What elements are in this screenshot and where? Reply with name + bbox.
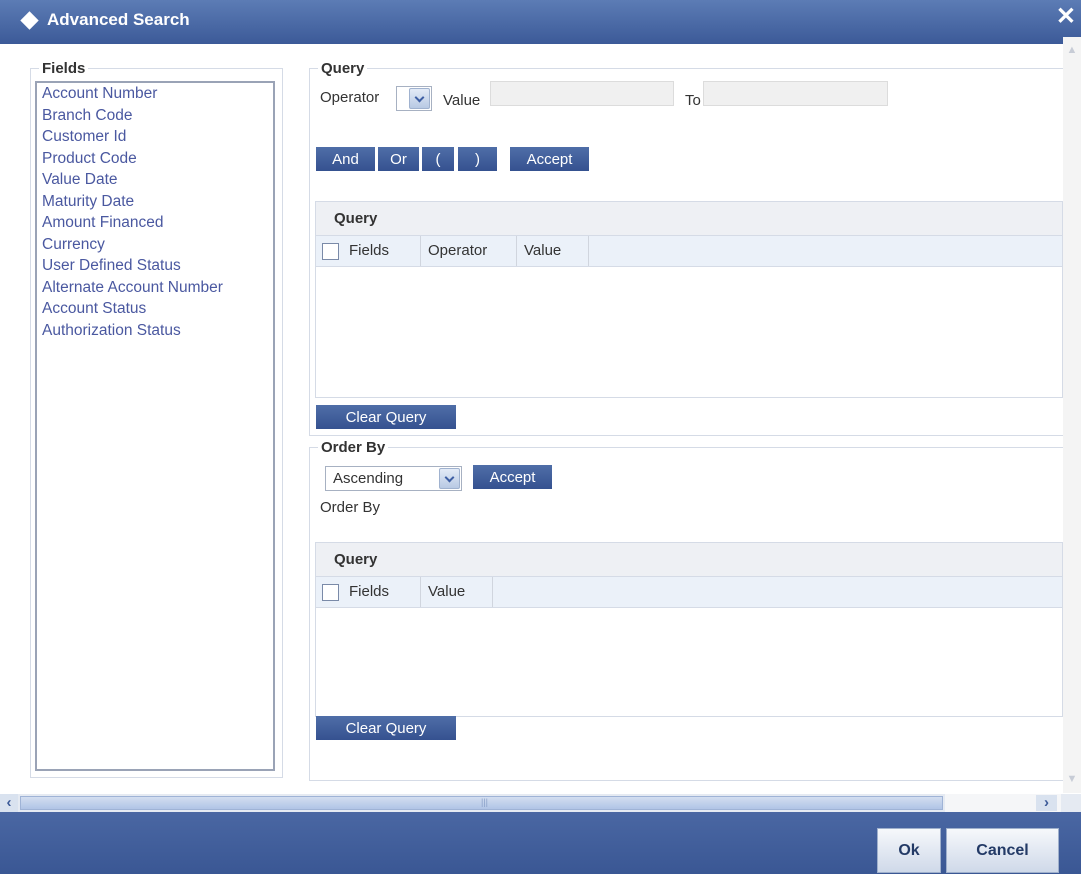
- sort-order-value: Ascending: [333, 470, 404, 487]
- column-fields[interactable]: Fields: [342, 236, 421, 266]
- field-item[interactable]: Account Status: [42, 298, 273, 320]
- field-item[interactable]: User Defined Status: [42, 255, 273, 277]
- vertical-scrollbar[interactable]: ▲ ▼: [1063, 37, 1081, 793]
- close-paren-button[interactable]: ): [458, 147, 497, 171]
- to-input[interactable]: [703, 81, 888, 106]
- field-item[interactable]: Product Code: [42, 148, 273, 170]
- footer-bar: Ok Cancel: [0, 812, 1081, 874]
- query-grid-caption: Query: [316, 202, 1062, 235]
- query-grid: Query Fields Operator Value: [315, 201, 1063, 398]
- to-label: To: [685, 92, 701, 109]
- and-button[interactable]: And: [316, 147, 375, 171]
- field-item[interactable]: Account Number: [42, 83, 273, 105]
- scroll-left-icon[interactable]: ‹: [0, 794, 18, 812]
- scroll-right-icon[interactable]: ›: [1036, 795, 1057, 811]
- open-paren-button[interactable]: (: [422, 147, 454, 171]
- chevron-down-icon[interactable]: [409, 88, 430, 109]
- operator-label: Operator: [320, 89, 380, 106]
- scroll-thumb[interactable]: |||: [20, 796, 943, 810]
- grip-icon: |||: [481, 797, 489, 807]
- dialog-body: Fields Account Number Branch Code Customer…: [0, 44, 1081, 794]
- accept-query-button[interactable]: Accept: [510, 147, 589, 171]
- fields-list[interactable]: Account Number Branch Code Customer Id Prod…: [35, 81, 275, 771]
- field-item[interactable]: Amount Financed: [42, 212, 273, 234]
- value-input[interactable]: [490, 81, 674, 106]
- column-operator[interactable]: Operator: [421, 236, 517, 266]
- column-fields[interactable]: Fields: [342, 577, 421, 607]
- or-button[interactable]: Or: [378, 147, 419, 171]
- order-by-legend: Order By: [321, 439, 386, 456]
- sort-order-select[interactable]: Ascending: [325, 466, 462, 491]
- order-by-label: Order By: [320, 499, 381, 516]
- order-grid-header: Fields Value: [316, 576, 1062, 608]
- order-grid-caption: Query: [316, 543, 1062, 576]
- dialog-title: Advanced Search: [47, 10, 190, 29]
- field-item[interactable]: Authorization Status: [42, 320, 273, 342]
- chevron-down-icon[interactable]: [439, 468, 460, 489]
- field-item[interactable]: Branch Code: [42, 105, 273, 127]
- field-item[interactable]: Alternate Account Number: [42, 277, 273, 299]
- scroll-up-icon[interactable]: ▲: [1063, 41, 1081, 59]
- query-grid-header: Fields Operator Value: [316, 235, 1062, 267]
- field-item[interactable]: Customer Id: [42, 126, 273, 148]
- title-bar: Advanced Search ✕: [0, 0, 1081, 44]
- column-value[interactable]: Value: [517, 236, 589, 266]
- field-item[interactable]: Currency: [42, 234, 273, 256]
- select-all-checkbox[interactable]: [322, 584, 339, 601]
- cancel-button[interactable]: Cancel: [946, 828, 1059, 873]
- column-value[interactable]: Value: [421, 577, 493, 607]
- field-item[interactable]: Value Date: [42, 169, 273, 191]
- accept-order-button[interactable]: Accept: [473, 465, 552, 489]
- diamond-icon: [20, 11, 39, 30]
- clear-order-button[interactable]: Clear Query: [316, 716, 456, 740]
- query-legend: Query: [321, 60, 365, 77]
- fields-legend: Fields: [42, 60, 86, 77]
- operator-select[interactable]: [396, 86, 432, 111]
- order-by-grid: Query Fields Value: [315, 542, 1063, 717]
- field-item[interactable]: Maturity Date: [42, 191, 273, 213]
- value-label: Value: [443, 92, 481, 109]
- horizontal-scrollbar[interactable]: ‹ ||| ›: [0, 794, 1081, 812]
- close-icon[interactable]: ✕: [1056, 5, 1076, 29]
- clear-query-button[interactable]: Clear Query: [316, 405, 456, 429]
- ok-button[interactable]: Ok: [877, 828, 941, 873]
- scroll-down-icon[interactable]: ▼: [1063, 770, 1081, 788]
- select-all-checkbox[interactable]: [322, 243, 339, 260]
